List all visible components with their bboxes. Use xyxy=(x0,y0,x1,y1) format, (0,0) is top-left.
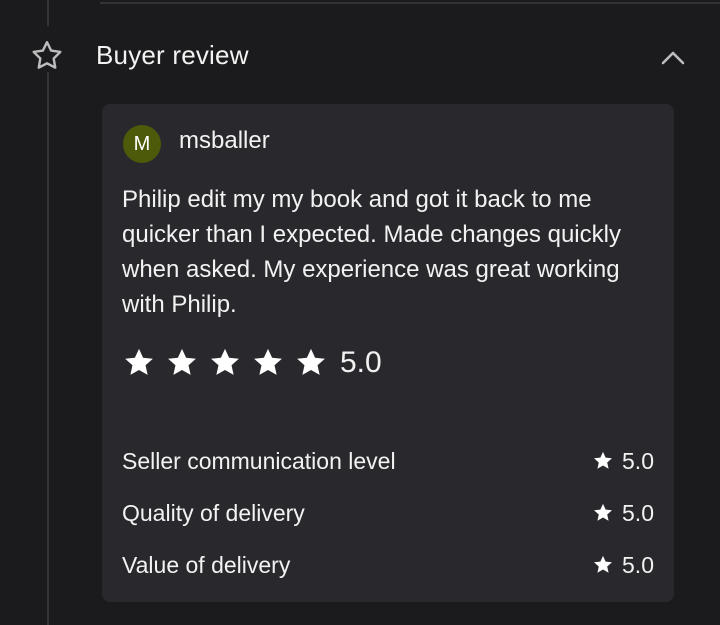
breakdown-label: Seller communication level xyxy=(122,447,396,474)
chevron-up-icon xyxy=(661,51,685,65)
buyer-review-panel: Buyer review M msballer Philip edit my m… xyxy=(0,0,720,625)
breakdown-score: 5.0 xyxy=(592,448,654,475)
breakdown-score: 5.0 xyxy=(592,500,654,527)
avatar-initial: M xyxy=(133,132,151,155)
star-filled-icon xyxy=(125,348,153,375)
divider xyxy=(100,2,720,4)
breakdown-score-value: 5.0 xyxy=(622,551,654,578)
overall-score: 5.0 xyxy=(340,346,382,379)
breakdown-row-value: Value of delivery 5.0 xyxy=(122,547,654,583)
breakdown-row-communication: Seller communication level 5.0 xyxy=(122,443,654,479)
timeline-line xyxy=(47,0,49,26)
star-filled-icon xyxy=(168,348,196,375)
timeline-line xyxy=(47,72,49,625)
collapse-button[interactable] xyxy=(656,42,690,72)
breakdown-row-quality: Quality of delivery 5.0 xyxy=(122,495,654,531)
star-filled-icon xyxy=(254,348,282,375)
breakdown-score: 5.0 xyxy=(592,552,654,579)
review-card: M msballer Philip edit my my book and go… xyxy=(102,104,674,602)
section-title: Buyer review xyxy=(96,40,249,70)
breakdown-label: Quality of delivery xyxy=(122,499,305,526)
star-filled-icon xyxy=(594,503,612,521)
star-filled-icon xyxy=(594,555,612,573)
review-text: Philip edit my my book and got it back t… xyxy=(122,186,621,318)
star-filled-icon xyxy=(594,451,612,469)
reviewer-username[interactable]: msballer xyxy=(179,127,270,155)
breakdown-score-value: 5.0 xyxy=(622,499,654,526)
star-filled-icon xyxy=(297,348,325,375)
star-outline-icon xyxy=(32,41,62,69)
star-filled-icon xyxy=(211,348,239,375)
avatar[interactable]: M xyxy=(123,125,161,163)
breakdown-label: Value of delivery xyxy=(122,551,291,578)
overall-rating: 5.0 xyxy=(122,346,382,380)
breakdown-score-value: 5.0 xyxy=(622,447,654,474)
